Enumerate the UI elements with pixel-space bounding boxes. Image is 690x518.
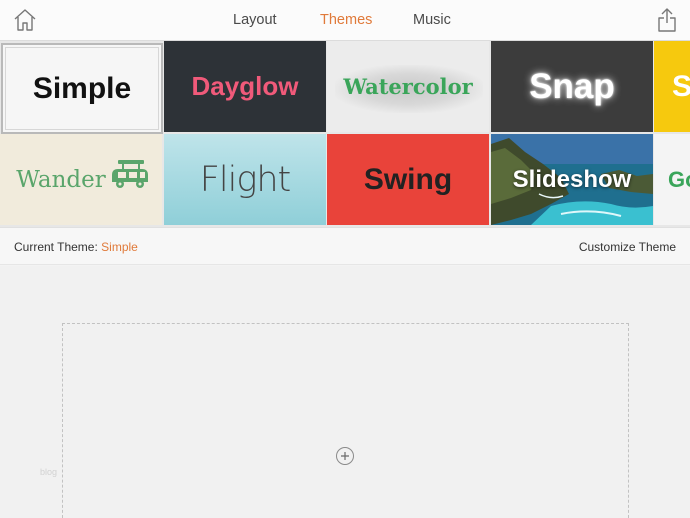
editor-canvas: blog [0, 266, 690, 518]
theme-tile-watercolor[interactable]: Watercolor [327, 41, 489, 132]
home-icon[interactable] [12, 8, 38, 32]
theme-tile-dayglow[interactable]: Dayglow [164, 41, 326, 132]
theme-tile-wander[interactable]: Wander [0, 134, 162, 225]
theme-label: Wander [16, 166, 106, 193]
share-icon[interactable] [656, 7, 678, 33]
theme-tile-partial[interactable]: Go [654, 134, 690, 225]
theme-label: Slideshow [512, 165, 632, 193]
theme-tile-snap[interactable]: Snap [491, 41, 653, 132]
theme-tile-flight[interactable]: Flight [164, 134, 326, 225]
theme-label: Snap [529, 66, 615, 106]
plus-circle-icon[interactable] [336, 447, 354, 465]
car-icon [112, 160, 148, 188]
current-theme-value: Simple [101, 240, 138, 254]
theme-tile-simple[interactable]: Simple [1, 43, 163, 134]
theme-label: S [672, 69, 690, 103]
tab-themes[interactable]: Themes [320, 12, 372, 28]
theme-label: Flight [199, 159, 291, 200]
current-theme: Current Theme: Simple [14, 240, 138, 254]
theme-label: Swing [363, 162, 453, 196]
theme-tile-slideshow[interactable]: Slideshow [491, 134, 653, 225]
theme-label: Watercolor [343, 74, 473, 99]
tab-music[interactable]: Music [413, 12, 451, 28]
theme-tile-swing[interactable]: Swing [327, 134, 489, 225]
current-theme-label: Current Theme: [14, 240, 98, 254]
customize-theme-button[interactable]: Customize Theme [579, 240, 676, 254]
theme-label: Simple [32, 71, 132, 105]
top-nav-bar: Layout Themes Music [0, 0, 690, 41]
theme-label: Dayglow [191, 71, 299, 101]
theme-status-bar: Current Theme: Simple Customize Theme [0, 227, 690, 265]
theme-grid: Simple Dayglow Watercolor Snap S Wander … [0, 41, 690, 227]
theme-label: Go [668, 166, 690, 192]
content-drop-zone[interactable] [62, 323, 629, 518]
theme-tile-partial[interactable]: S [654, 41, 690, 132]
faint-label: blog [40, 467, 58, 477]
tab-layout[interactable]: Layout [233, 12, 277, 28]
